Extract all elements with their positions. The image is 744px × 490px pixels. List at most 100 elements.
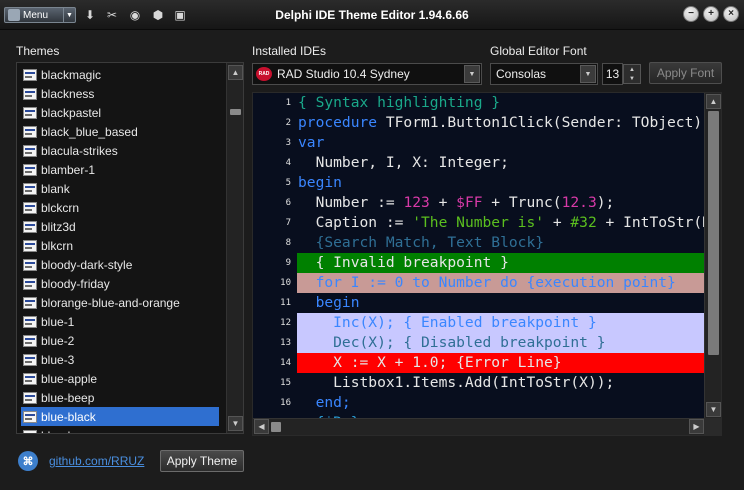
line-number: 6 xyxy=(285,198,291,208)
scrollbar-corner xyxy=(704,418,721,435)
theme-list-item[interactable]: blitz3d xyxy=(21,217,219,236)
code-line: 3 var xyxy=(253,133,705,153)
theme-file-icon xyxy=(23,391,37,404)
theme-list-item-label: blue-apple xyxy=(41,371,98,386)
theme-list-item[interactable]: blank xyxy=(21,179,219,198)
theme-list-item[interactable]: blue-breeze xyxy=(21,426,219,433)
github-link[interactable]: github.com/RRUZ xyxy=(49,454,144,468)
theme-list-item[interactable]: blckcrn xyxy=(21,198,219,217)
increase-icon[interactable]: ▲ xyxy=(624,65,640,74)
code-line-text: var xyxy=(297,133,705,153)
github-icon[interactable]: ⌘ xyxy=(18,451,38,471)
code-token: Number, I, X: Integer; xyxy=(298,154,509,171)
code-token: #32 xyxy=(570,214,597,231)
minimize-button[interactable]: − xyxy=(683,6,699,22)
ide-select-value: RAD Studio 10.4 Sydney xyxy=(277,67,410,81)
theme-list-item[interactable]: blkcrn xyxy=(21,236,219,255)
window-title: Delphi IDE Theme Editor 1.94.6.66 xyxy=(275,8,469,22)
code-token: { Invalid breakpoint } xyxy=(298,254,509,271)
themes-items: blackmagic blackness blackpastel black_blue… xyxy=(21,65,219,433)
theme-list-item[interactable]: blue-2 xyxy=(21,331,219,350)
scroll-right-button[interactable]: ▶ xyxy=(689,419,704,434)
code-token: var xyxy=(298,134,325,151)
apply-font-button[interactable]: Apply Font xyxy=(649,62,722,84)
apply-theme-button[interactable]: Apply Theme xyxy=(160,450,244,472)
theme-list-item-label: blorange-blue-and-orange xyxy=(41,295,180,310)
line-number: 9 xyxy=(285,258,291,268)
title-bar: Menu ▼ ⬇ ✂ ◉ ⬢ ▣ Delphi IDE Theme Editor… xyxy=(0,0,744,30)
theme-list-item[interactable]: blue-apple xyxy=(21,369,219,388)
theme-list-item[interactable]: blamber-1 xyxy=(21,160,219,179)
theme-list-item[interactable]: bloody-friday xyxy=(21,274,219,293)
installed-ides-label: Installed IDEs xyxy=(252,44,327,58)
scroll-down-button[interactable]: ▼ xyxy=(706,402,721,417)
theme-list-item-label: bloody-dark-style xyxy=(41,257,133,272)
scroll-thumb[interactable] xyxy=(230,109,241,115)
theme-list-item[interactable]: blackness xyxy=(21,84,219,103)
theme-list-item[interactable]: blackpastel xyxy=(21,103,219,122)
theme-list-item[interactable]: blackmagic xyxy=(21,65,219,84)
scroll-down-button[interactable]: ▼ xyxy=(228,416,243,431)
theme-file-icon xyxy=(23,429,37,433)
chevron-down-icon[interactable]: ▼ xyxy=(580,65,596,83)
theme-file-icon xyxy=(23,410,37,423)
scroll-up-button[interactable]: ▲ xyxy=(706,94,721,109)
ide-select[interactable]: RAD RAD Studio 10.4 Sydney ▼ xyxy=(252,63,482,85)
scroll-up-button[interactable]: ▲ xyxy=(228,65,243,80)
code-line-text: Number := 123 + $FF + Trunc(12.3); xyxy=(297,193,705,213)
code-token: + IntToStr(Number); xyxy=(605,214,705,231)
themes-scrollbar[interactable]: ▲ ▼ xyxy=(226,63,243,433)
code-line-text: { Syntax highlighting } xyxy=(297,93,705,113)
chevron-down-icon[interactable]: ▼ xyxy=(464,65,480,83)
line-number: 14 xyxy=(280,358,291,368)
scroll-thumb[interactable] xyxy=(708,111,719,355)
theme-list-item-label: blacula-strikes xyxy=(41,143,118,158)
editor-horizontal-scrollbar[interactable]: ◀ ▶ xyxy=(253,418,705,435)
close-button[interactable]: × xyxy=(723,6,739,22)
code-token: 123 xyxy=(403,194,430,211)
theme-list-item-label: blckcrn xyxy=(41,200,80,215)
code-token: + Trunc( xyxy=(482,194,562,211)
code-line-text: begin xyxy=(297,293,705,313)
decrease-icon[interactable]: ▼ xyxy=(624,74,640,83)
theme-file-icon xyxy=(23,68,37,81)
rad-studio-logo: RAD xyxy=(256,67,272,81)
scroll-left-button[interactable]: ◀ xyxy=(254,419,269,434)
theme-list-item-label: blank xyxy=(41,181,70,196)
line-number: 16 xyxy=(280,398,291,408)
theme-file-icon xyxy=(23,144,37,157)
theme-file-icon xyxy=(23,182,37,195)
theme-list-item-label: blue-beep xyxy=(41,390,95,405)
code-line-text: Number, I, X: Integer; xyxy=(297,153,705,173)
line-number: 15 xyxy=(280,378,291,388)
theme-list-item-label: blackpastel xyxy=(41,105,102,120)
theme-list-item-label: blue-1 xyxy=(41,314,75,329)
code-line: 12 Inc(X); { Enabled breakpoint } xyxy=(253,313,705,333)
theme-list-item[interactable]: blue-black xyxy=(21,407,219,426)
theme-list-item[interactable]: blacula-strikes xyxy=(21,141,219,160)
theme-list-item[interactable]: blorange-blue-and-orange xyxy=(21,293,219,312)
line-number: 3 xyxy=(285,138,291,148)
scroll-thumb[interactable] xyxy=(271,422,281,432)
theme-list-item[interactable]: blue-1 xyxy=(21,312,219,331)
code-line-text: Listbox1.Items.Add(IntToStr(X)); xyxy=(297,373,705,393)
theme-list-item[interactable]: bloody-dark-style xyxy=(21,255,219,274)
theme-list-item-label: blackmagic xyxy=(41,67,102,82)
font-select[interactable]: Consolas ▼ xyxy=(490,63,598,85)
code-line-text: Dec(X); { Disabled breakpoint } xyxy=(297,333,705,353)
code-line: 15 Listbox1.Items.Add(IntToStr(X)); xyxy=(253,373,705,393)
theme-list-item[interactable]: blue-3 xyxy=(21,350,219,369)
code-line: 16 end; xyxy=(253,393,705,413)
theme-list-item[interactable]: black_blue_based xyxy=(21,122,219,141)
font-size-stepper[interactable]: ▲ ▼ xyxy=(623,64,641,84)
code-token: {Search Match, Text Block} xyxy=(298,234,545,251)
theme-file-icon xyxy=(23,220,37,233)
font-size-input[interactable]: 13 xyxy=(602,63,623,85)
editor-vertical-scrollbar[interactable]: ▲ ▼ xyxy=(704,93,721,435)
code-token: + xyxy=(429,194,457,211)
maximize-button[interactable]: + xyxy=(703,6,719,22)
theme-list-item[interactable]: blue-beep xyxy=(21,388,219,407)
themes-list[interactable]: blackmagic blackness blackpastel black_blue… xyxy=(16,62,244,434)
theme-list-item-label: blackness xyxy=(41,86,95,101)
code-token: 'The Number is' xyxy=(412,214,545,231)
